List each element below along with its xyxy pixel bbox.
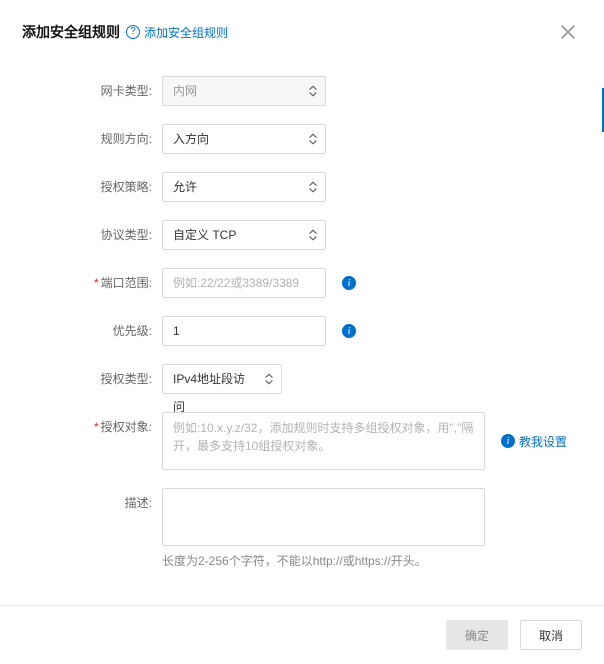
modal-footer: 确定 取消: [0, 605, 604, 664]
select-auth-type-value: IPv4地址段访问: [163, 365, 281, 393]
teach-me-link[interactable]: i 教我设置: [501, 433, 567, 450]
label-priority: 优先级:: [22, 316, 162, 346]
info-icon: i: [501, 434, 515, 448]
row-auth-type: 授权类型: IPv4地址段访问: [22, 364, 582, 394]
textarea-auth-object-wrap: [162, 412, 485, 470]
input-priority[interactable]: [173, 317, 315, 345]
row-direction: 规则方向: 入方向: [22, 124, 582, 154]
ok-button[interactable]: 确定: [446, 620, 508, 650]
info-icon[interactable]: i: [342, 276, 356, 290]
select-policy-value: 允许: [163, 173, 325, 201]
modal-title: 添加安全组规则: [22, 22, 120, 42]
help-icon[interactable]: ?: [126, 25, 140, 39]
input-priority-wrap: [162, 316, 326, 346]
label-direction: 规则方向:: [22, 124, 162, 154]
close-button[interactable]: [554, 18, 582, 46]
row-auth-object: *授权对象: i 教我设置: [22, 412, 582, 470]
label-auth-type: 授权类型:: [22, 364, 162, 394]
row-priority: 优先级: i: [22, 316, 582, 346]
input-port-range-wrap: [162, 268, 326, 298]
description-hint: 长度为2-256个字符，不能以http://或https://开头。: [162, 552, 485, 569]
select-protocol-value: 自定义 TCP: [163, 221, 325, 249]
label-port-range: *端口范围:: [22, 268, 162, 298]
select-protocol[interactable]: 自定义 TCP: [162, 220, 326, 250]
cancel-button[interactable]: 取消: [520, 620, 582, 650]
select-nic-type-value: 内网: [163, 77, 325, 105]
close-icon: [560, 24, 576, 40]
row-nic-type: 网卡类型: 内网: [22, 76, 582, 106]
label-protocol: 协议类型:: [22, 220, 162, 250]
textarea-auth-object[interactable]: [173, 419, 474, 463]
select-nic-type: 内网: [162, 76, 326, 106]
modal-body: 网卡类型: 内网 规则方向: 入方向 授权策略: 允许: [0, 46, 604, 605]
modal-header: 添加安全组规则 ? 添加安全组规则: [0, 0, 604, 46]
modal-add-security-group-rule: 添加安全组规则 ? 添加安全组规则 网卡类型: 内网 规则方向: 入方向: [0, 0, 604, 664]
label-policy: 授权策略:: [22, 172, 162, 202]
input-port-range[interactable]: [173, 269, 315, 297]
select-direction-value: 入方向: [163, 125, 325, 153]
required-mark: *: [94, 276, 99, 290]
label-auth-object: *授权对象:: [22, 412, 162, 442]
textarea-description-wrap: [162, 488, 485, 546]
select-direction[interactable]: 入方向: [162, 124, 326, 154]
label-nic-type: 网卡类型:: [22, 76, 162, 106]
info-icon[interactable]: i: [342, 324, 356, 338]
row-protocol: 协议类型: 自定义 TCP: [22, 220, 582, 250]
help-doc-link[interactable]: 添加安全组规则: [144, 24, 228, 41]
label-description: 描述:: [22, 488, 162, 518]
row-description: 描述: 长度为2-256个字符，不能以http://或https://开头。: [22, 488, 582, 569]
select-auth-type[interactable]: IPv4地址段访问: [162, 364, 282, 394]
textarea-description[interactable]: [173, 495, 474, 539]
required-mark: *: [94, 420, 99, 434]
row-port-range: *端口范围: i: [22, 268, 582, 298]
row-policy: 授权策略: 允许: [22, 172, 582, 202]
select-policy[interactable]: 允许: [162, 172, 326, 202]
